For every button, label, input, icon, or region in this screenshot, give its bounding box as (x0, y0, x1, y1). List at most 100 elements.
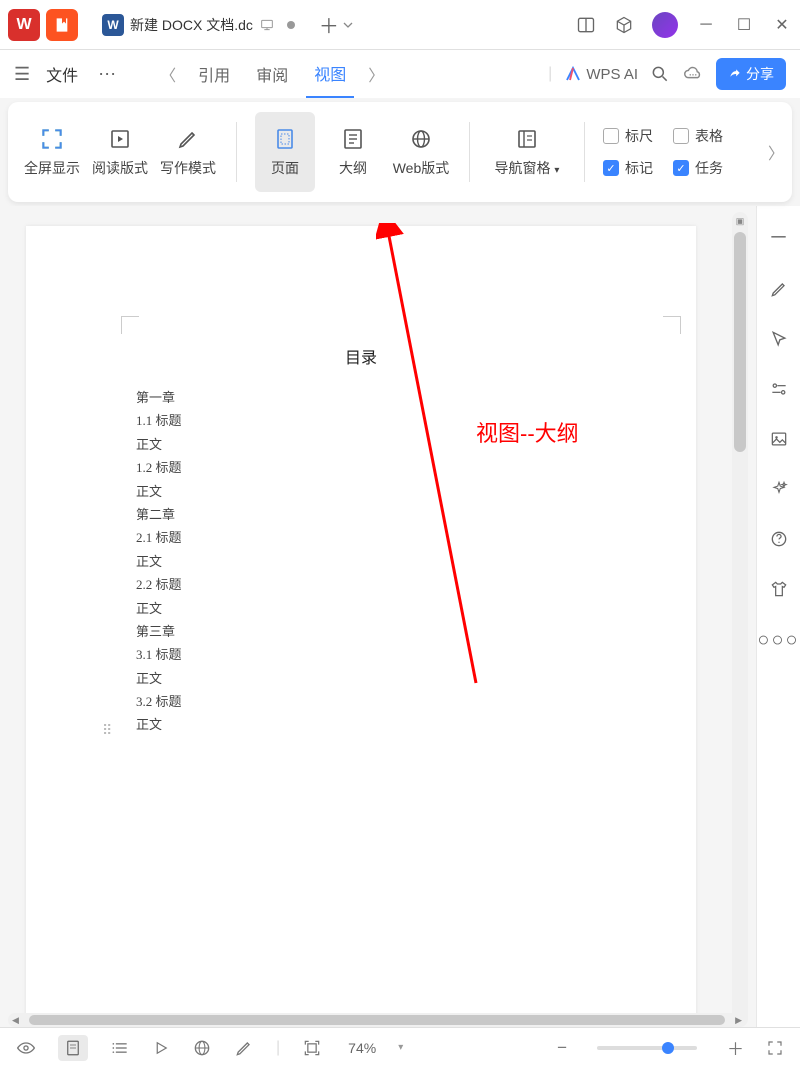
outline-item: 正文 (136, 480, 586, 503)
wps-app-tab[interactable]: W (8, 9, 40, 41)
outline-button[interactable]: 大纲 (323, 112, 383, 192)
document-area: 目录 第一章1.1 标题正文1.2 标题正文第二章2.1 标题正文2.2 标题正… (0, 206, 800, 1027)
page-icon (272, 126, 298, 152)
zoom-slider[interactable] (597, 1046, 697, 1050)
annotation-text: 视图--大纲 (476, 416, 579, 448)
image-icon[interactable] (769, 429, 789, 449)
page-layout-icon[interactable] (58, 1035, 88, 1061)
more-icon[interactable]: ○○○ (757, 629, 799, 652)
expand-icon[interactable] (766, 1039, 784, 1057)
edit-icon[interactable] (769, 279, 789, 299)
fit-icon[interactable] (302, 1038, 322, 1058)
outline-item: 2.2 标题 (136, 573, 586, 596)
sparkle-icon[interactable] (769, 479, 789, 499)
task-checkbox[interactable]: ✓任务 (673, 158, 723, 178)
nav-prev[interactable]: 〈 (160, 62, 176, 86)
zoom-out-button[interactable]: − (557, 1038, 567, 1058)
pdf-icon (54, 17, 70, 33)
outline-item: 3.1 标题 (136, 643, 586, 666)
play-icon[interactable] (152, 1039, 170, 1057)
outline-item: 正文 (136, 550, 586, 573)
outline-item: 2.1 标题 (136, 526, 586, 549)
close-button[interactable]: ✕ (772, 15, 792, 35)
pen-icon (175, 126, 201, 152)
settings-icon[interactable] (769, 379, 789, 399)
divider (469, 122, 470, 182)
horizontal-scrollbar[interactable]: ◀ ▶ (8, 1013, 746, 1027)
ribbon-expand[interactable]: 〉 (768, 140, 784, 164)
document-page[interactable]: 目录 第一章1.1 标题正文1.2 标题正文第二章2.1 标题正文2.2 标题正… (26, 226, 696, 1027)
reading-icon (107, 126, 133, 152)
web-layout-button[interactable]: Web版式 (391, 112, 451, 192)
nav-next[interactable]: 〉 (368, 62, 384, 86)
eye-icon[interactable] (16, 1038, 36, 1058)
panel-icon[interactable] (576, 15, 596, 35)
divider (236, 122, 237, 182)
minimize-button[interactable]: ─ (696, 16, 716, 34)
pdf-app-tab[interactable] (46, 9, 78, 41)
zoom-value[interactable]: 74% (348, 1040, 376, 1056)
fullscreen-icon (39, 126, 65, 152)
sync-icon (259, 17, 275, 33)
titlebar: W W 新建 DOCX 文档.dc ＋ ─ ☐ ✕ (0, 0, 800, 50)
ruler-checkbox[interactable]: 标尺 (603, 126, 653, 146)
more-menu[interactable]: ⋯ (98, 64, 116, 85)
share-button[interactable]: 分享 (716, 58, 786, 90)
menubar: ☰ 文件 ⋯ 〈 引用 审阅 视图 〉 | WPS AI 分享 (0, 50, 800, 98)
scrollbar-thumb[interactable] (29, 1015, 725, 1025)
outline-item: 第一章 (136, 386, 586, 409)
globe-icon[interactable] (192, 1038, 212, 1058)
outline-item: 3.2 标题 (136, 690, 586, 713)
scrollbar-thumb[interactable] (734, 232, 746, 452)
ai-logo-icon (564, 65, 582, 83)
collapse-icon[interactable]: ─ (771, 226, 785, 249)
zoom-in-button[interactable]: ＋ (727, 1035, 744, 1060)
document-tab[interactable]: W 新建 DOCX 文档.dc (90, 4, 307, 46)
user-avatar[interactable] (652, 12, 678, 38)
outline-item: 正文 (136, 713, 586, 736)
new-tab-button[interactable]: ＋ (319, 10, 353, 39)
reading-layout-button[interactable]: 阅读版式 (90, 112, 150, 192)
nav-pane-icon (514, 126, 540, 152)
zoom-slider-thumb[interactable] (662, 1042, 674, 1054)
document-heading: 目录 (345, 344, 377, 368)
nav-pane-button[interactable]: 导航窗格 ▾ (488, 112, 566, 192)
right-toolbar: ─ ○○○ (756, 206, 800, 1027)
share-icon (728, 67, 742, 81)
chevron-down-icon (343, 20, 353, 30)
shirt-icon[interactable] (769, 579, 789, 599)
menu-view[interactable]: 视图 (306, 50, 354, 98)
writing-mode-button[interactable]: 写作模式 (158, 112, 218, 192)
menu-quote[interactable]: 引用 (190, 50, 238, 98)
outline-item: 1.2 标题 (136, 456, 586, 479)
vertical-scrollbar[interactable]: ▣ (732, 212, 748, 1027)
menu-review[interactable]: 审阅 (248, 50, 296, 98)
page-scroll-area[interactable]: 目录 第一章1.1 标题正文1.2 标题正文第二章2.1 标题正文2.2 标题正… (0, 206, 756, 1027)
statusbar: | 74% ▾ − ＋ (0, 1027, 800, 1067)
margin-corner (121, 316, 139, 334)
document-title: 新建 DOCX 文档.dc (130, 15, 253, 35)
hamburger-icon[interactable]: ☰ (14, 64, 30, 85)
help-icon[interactable] (769, 529, 789, 549)
drag-handle-icon[interactable]: ⠿ (102, 722, 114, 739)
wps-ai-button[interactable]: WPS AI (564, 65, 638, 83)
unsaved-dot-icon (287, 21, 295, 29)
brush-icon[interactable] (234, 1038, 254, 1058)
list-icon[interactable] (110, 1038, 130, 1058)
marks-checkbox[interactable]: ✓标记 (603, 158, 653, 178)
maximize-button[interactable]: ☐ (734, 15, 754, 35)
cloud-icon[interactable] (682, 63, 704, 85)
scrollbar-top-icon: ▣ (732, 216, 748, 227)
fullscreen-button[interactable]: 全屏显示 (22, 112, 82, 192)
page-view-button[interactable]: 页面 (255, 112, 315, 192)
word-icon: W (102, 14, 124, 36)
search-icon[interactable] (650, 64, 670, 84)
cursor-icon[interactable] (769, 329, 789, 349)
table-checkbox[interactable]: 表格 (673, 126, 723, 146)
file-menu[interactable]: 文件 (46, 62, 78, 86)
cube-icon[interactable] (614, 15, 634, 35)
divider (584, 122, 585, 182)
margin-corner (663, 316, 681, 334)
outline-icon (340, 126, 366, 152)
web-icon (408, 126, 434, 152)
